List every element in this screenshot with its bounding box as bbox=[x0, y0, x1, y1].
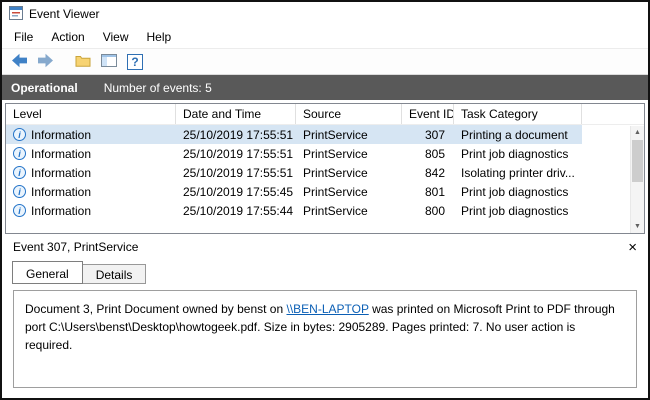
column-header-taskcategory[interactable]: Task Category bbox=[454, 104, 582, 124]
level-label: Information bbox=[31, 128, 91, 142]
source-cell: PrintService bbox=[296, 125, 402, 144]
message-text-before: Document 3, Print Document owned by bens… bbox=[25, 302, 286, 316]
close-icon[interactable]: × bbox=[628, 240, 637, 255]
event-viewer-window: Event Viewer File Action View Help bbox=[0, 0, 650, 400]
menu-action[interactable]: Action bbox=[42, 26, 93, 48]
menu-help[interactable]: Help bbox=[138, 26, 181, 48]
table-row[interactable]: Information 25/10/2019 17:55:44 PrintSer… bbox=[6, 201, 644, 220]
datetime-cell: 25/10/2019 17:55:51 bbox=[176, 163, 296, 182]
column-headers: Level Date and Time Source Event ID Task… bbox=[6, 104, 644, 125]
tab-details[interactable]: Details bbox=[82, 264, 147, 284]
forward-arrow-icon bbox=[37, 53, 54, 71]
window-title: Event Viewer bbox=[29, 7, 99, 21]
task-category-cell: Print job diagnostics bbox=[454, 201, 582, 220]
tab-general[interactable]: General bbox=[12, 261, 83, 284]
menu-file[interactable]: File bbox=[5, 26, 42, 48]
column-header-blank bbox=[582, 104, 644, 124]
help-icon: ? bbox=[127, 54, 143, 70]
level-label: Information bbox=[31, 204, 91, 218]
event-list: Level Date and Time Source Event ID Task… bbox=[5, 103, 645, 234]
source-cell: PrintService bbox=[296, 163, 402, 182]
event-detail-pane: Event 307, PrintService × General Detail… bbox=[2, 234, 648, 398]
detail-tabs: General Details bbox=[2, 260, 648, 284]
event-id-cell: 307 bbox=[402, 125, 454, 144]
task-category-cell: Isolating printer driv... bbox=[454, 163, 582, 182]
datetime-cell: 25/10/2019 17:55:51 bbox=[176, 125, 296, 144]
scroll-up-button[interactable] bbox=[631, 126, 644, 139]
detail-header: Event 307, PrintService × bbox=[2, 234, 648, 260]
event-id-cell: 800 bbox=[402, 201, 454, 220]
task-category-cell: Printing a document bbox=[454, 125, 582, 144]
back-button[interactable] bbox=[8, 51, 30, 73]
event-id-cell: 805 bbox=[402, 144, 454, 163]
show-console-tree-button[interactable] bbox=[98, 51, 120, 73]
app-icon bbox=[9, 6, 23, 23]
information-icon bbox=[13, 128, 26, 141]
task-category-cell: Print job diagnostics bbox=[454, 182, 582, 201]
datetime-cell: 25/10/2019 17:55:44 bbox=[176, 201, 296, 220]
table-row[interactable]: Information 25/10/2019 17:55:51 PrintSer… bbox=[6, 163, 644, 182]
scrollbar-thumb[interactable] bbox=[632, 140, 643, 182]
information-icon bbox=[13, 185, 26, 198]
table-row[interactable]: Information 25/10/2019 17:55:51 PrintSer… bbox=[6, 144, 644, 163]
back-arrow-icon bbox=[11, 53, 28, 71]
menu-view[interactable]: View bbox=[94, 26, 138, 48]
information-icon bbox=[13, 147, 26, 160]
vertical-scrollbar[interactable] bbox=[630, 126, 644, 233]
view-header: Operational Number of events: 5 bbox=[2, 75, 648, 100]
toolbar: ? bbox=[2, 48, 648, 75]
title-bar: Event Viewer bbox=[2, 2, 648, 26]
column-header-eventid[interactable]: Event ID bbox=[402, 104, 454, 124]
event-id-cell: 801 bbox=[402, 182, 454, 201]
column-header-source[interactable]: Source bbox=[296, 104, 402, 124]
computer-name-link[interactable]: \\BEN-LAPTOP bbox=[286, 302, 368, 316]
datetime-cell: 25/10/2019 17:55:45 bbox=[176, 182, 296, 201]
event-id-cell: 842 bbox=[402, 163, 454, 182]
open-saved-log-button[interactable] bbox=[72, 51, 94, 73]
datetime-cell: 25/10/2019 17:55:51 bbox=[176, 144, 296, 163]
level-label: Information bbox=[31, 147, 91, 161]
event-message: Document 3, Print Document owned by bens… bbox=[13, 290, 637, 388]
information-icon bbox=[13, 166, 26, 179]
source-cell: PrintService bbox=[296, 144, 402, 163]
table-row[interactable]: Information 25/10/2019 17:55:45 PrintSer… bbox=[6, 182, 644, 201]
task-category-cell: Print job diagnostics bbox=[454, 144, 582, 163]
forward-button[interactable] bbox=[34, 51, 56, 73]
scroll-down-button[interactable] bbox=[631, 220, 644, 233]
source-cell: PrintService bbox=[296, 201, 402, 220]
level-label: Information bbox=[31, 166, 91, 180]
column-header-datetime[interactable]: Date and Time bbox=[176, 104, 296, 124]
view-name: Operational bbox=[11, 81, 78, 95]
level-label: Information bbox=[31, 185, 91, 199]
column-header-level[interactable]: Level bbox=[6, 104, 176, 124]
source-cell: PrintService bbox=[296, 182, 402, 201]
information-icon bbox=[13, 204, 26, 217]
menu-bar: File Action View Help bbox=[2, 26, 648, 48]
detail-title: Event 307, PrintService bbox=[13, 240, 138, 254]
folder-icon bbox=[75, 54, 91, 70]
table-row[interactable]: Information 25/10/2019 17:55:51 PrintSer… bbox=[6, 125, 644, 144]
console-tree-icon bbox=[101, 54, 117, 70]
help-button[interactable]: ? bbox=[124, 51, 146, 73]
events-count: Number of events: 5 bbox=[104, 81, 212, 95]
